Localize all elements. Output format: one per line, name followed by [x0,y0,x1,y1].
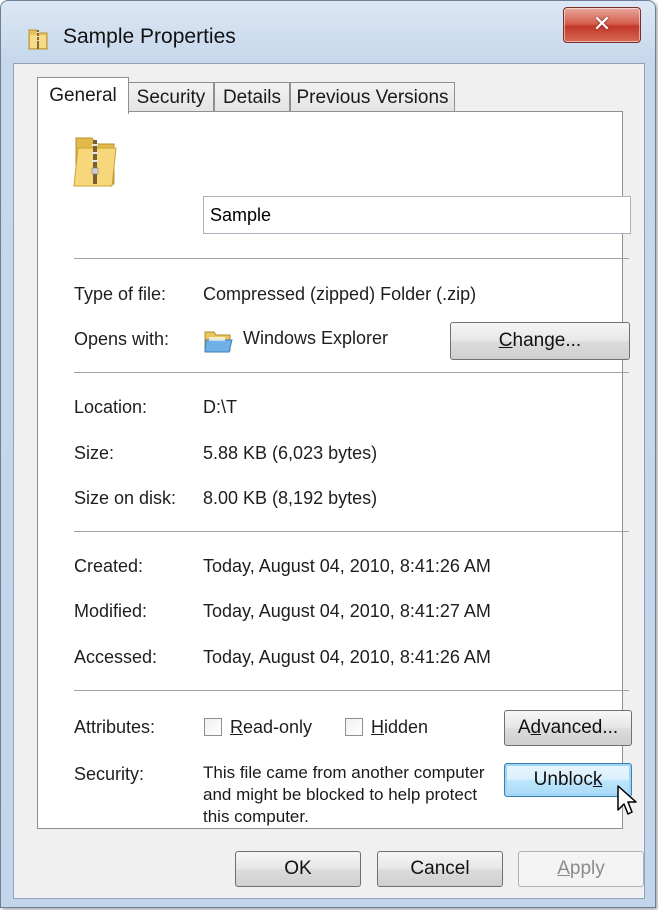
apply-rest: pply [569,858,605,879]
tab-security[interactable]: Security [128,82,214,113]
cancel-button[interactable]: Cancel [377,851,503,887]
title-bar[interactable]: Sample Properties ✕ [1,1,655,63]
type-of-file-value: Compressed (zipped) Folder (.zip) [203,284,477,304]
read-only-checkbox[interactable] [204,718,222,736]
zip-folder-icon [27,27,49,50]
general-tab-panel: Type of file: Compressed (zipped) Folder… [37,111,637,829]
ok-button[interactable]: OK [235,851,361,887]
size-label: Size: [74,443,115,463]
hidden-label[interactable]: Hidden [371,717,428,738]
read-only-label[interactable]: Read-only [230,717,312,738]
tab-label: General [49,85,117,106]
separator [74,690,629,691]
tab-previous-versions[interactable]: Previous Versions [290,82,455,113]
accessed-value: Today, August 04, 2010, 8:41:26 AM [203,647,491,667]
window-title: Sample Properties [63,25,236,48]
dialog-client-area: General Security Details Previous Versio… [13,63,645,899]
properties-window: Sample Properties ✕ General Security Det… [0,0,656,908]
close-icon: ✕ [592,11,612,36]
advanced-rest: vanced... [541,717,619,738]
opens-with-label: Opens with: [74,329,170,349]
size-on-disk-value: 8.00 KB (8,192 bytes) [203,488,378,508]
tab-label: Previous Versions [296,87,449,108]
advanced-button[interactable]: Advanced... [504,710,632,746]
unblock-mnemonic: k [592,769,603,790]
security-message: This file came from another computer and… [203,763,485,826]
location-value: D:\T [203,397,237,417]
location-label: Location: [74,397,148,417]
change-label-rest: hange... [512,330,582,351]
created-label: Created: [74,556,144,576]
modified-value: Today, August 04, 2010, 8:41:27 AM [203,601,491,621]
separator [74,531,629,532]
apply-mnemonic: A [557,858,570,879]
separator [74,258,629,259]
size-value: 5.88 KB (6,023 bytes) [203,443,378,463]
modified-label: Modified: [74,601,148,621]
change-mnemonic: C [498,330,513,351]
type-of-file-label: Type of file: [74,284,167,304]
close-button[interactable]: ✕ [563,7,641,43]
apply-button[interactable]: Apply [518,851,644,887]
hidden-mnemonic: H [371,717,384,737]
advanced-prefix: A [517,717,531,738]
size-on-disk-label: Size on disk: [74,488,177,508]
tab-details[interactable]: Details [214,82,290,113]
security-label: Security: [74,764,145,784]
mouse-pointer-icon [616,784,640,820]
file-name-input[interactable] [203,196,631,234]
separator [74,372,629,373]
advanced-mnemonic: d [530,717,542,738]
hidden-checkbox[interactable] [345,718,363,736]
unblock-button[interactable]: Unblock [504,763,632,797]
tab-label: Security [136,87,206,108]
accessed-label: Accessed: [74,647,158,667]
attributes-label: Attributes: [74,717,156,737]
read-only-mnemonic: R [230,717,243,737]
read-only-rest: ead-only [243,717,313,737]
created-value: Today, August 04, 2010, 8:41:26 AM [203,556,491,576]
hidden-rest: idden [384,717,429,737]
opens-with-value: Windows Explorer [243,328,389,348]
change-button[interactable]: Change... [450,322,630,360]
tab-general[interactable]: General [37,77,129,114]
zip-folder-large-icon [72,132,120,188]
unblock-prefix: Unbloc [533,769,593,790]
tab-label: Details [222,87,282,108]
windows-explorer-icon [203,328,233,354]
